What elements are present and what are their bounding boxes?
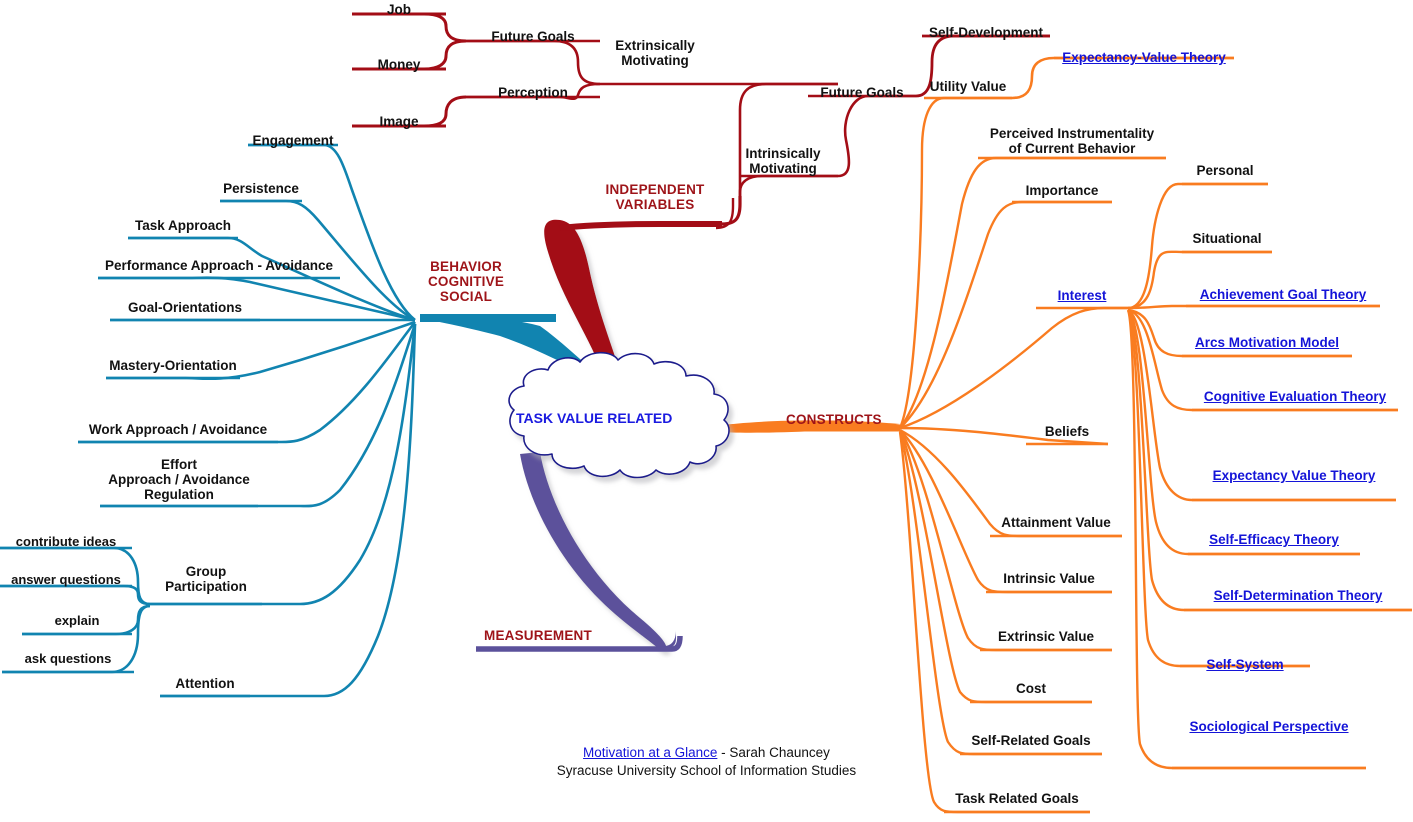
node-effort-approach-avoidance-regulation[interactable]: Effort Approach / Avoidance Regulation — [100, 457, 258, 502]
footer-affiliation: Syracuse University School of Informatio… — [556, 763, 857, 779]
link-self-determination-theory[interactable]: Self-Determination Theory — [1184, 588, 1412, 603]
node-situational[interactable]: Situational — [1182, 231, 1272, 246]
branch-behavior-cognitive-social[interactable]: BEHAVIOR COGNITIVE SOCIAL — [412, 259, 520, 304]
node-task-related-goals[interactable]: Task Related Goals — [944, 791, 1090, 806]
bcs-line3: SOCIAL — [439, 289, 493, 305]
node-persistence[interactable]: Persistence — [220, 181, 302, 196]
node-task-approach[interactable]: Task Approach — [128, 218, 238, 233]
link-expectancy-value-theory[interactable]: Expectancy Value Theory — [1192, 468, 1396, 483]
link-self-efficacy-theory[interactable]: Self-Efficacy Theory — [1188, 532, 1360, 547]
branch-wires — [0, 12, 1412, 814]
intrinsically-motivating-line2: Motivating — [749, 161, 817, 177]
node-performance-approach-avoidance[interactable]: Performance Approach - Avoidance — [98, 258, 340, 273]
branch-constructs[interactable]: CONSTRUCTS — [786, 412, 906, 427]
node-future-goals-intrinsic[interactable]: Future Goals — [808, 85, 916, 100]
link-sociological-perspective[interactable]: Sociological Perspective — [1172, 719, 1366, 734]
node-intrinsic-value[interactable]: Intrinsic Value — [986, 571, 1112, 586]
node-self-development[interactable]: Self-Development — [922, 25, 1050, 40]
node-extrinsic-value[interactable]: Extrinsic Value — [980, 629, 1112, 644]
footer-credit: Motivation at a Glance - Sarah Chauncey … — [0, 744, 1413, 780]
node-engagement[interactable]: Engagement — [248, 133, 338, 148]
node-image[interactable]: Image — [352, 114, 446, 129]
link-cognitive-evaluation-theory[interactable]: Cognitive Evaluation Theory — [1192, 389, 1398, 404]
link-self-system[interactable]: Self-System — [1180, 657, 1310, 672]
link-arcs-motivation-model[interactable]: Arcs Motivation Model — [1182, 335, 1352, 350]
node-perception[interactable]: Perception — [466, 85, 600, 100]
effort-line3: Regulation — [144, 487, 214, 503]
effort-line2: Approach / Avoidance — [108, 472, 250, 488]
node-group-participation[interactable]: Group Participation — [150, 564, 262, 594]
perceived-instrumentality-line1: Perceived Instrumentality — [989, 126, 1155, 141]
independent-variables-line1: INDEPENDENT — [605, 182, 705, 197]
center-node-task-value-related[interactable]: TASK VALUE RELATED — [516, 410, 672, 426]
node-work-approach-avoidance[interactable]: Work Approach / Avoidance — [78, 422, 278, 437]
node-importance[interactable]: Importance — [1012, 183, 1112, 198]
node-answer-questions[interactable]: answer questions — [0, 572, 132, 588]
node-personal[interactable]: Personal — [1182, 163, 1268, 178]
node-perceived-instrumentality[interactable]: Perceived Instrumentality of Current Beh… — [978, 126, 1166, 156]
node-intrinsically-motivating[interactable]: Intrinsically Motivating — [728, 146, 838, 176]
link-motivation-at-a-glance[interactable]: Motivation at a Glance — [583, 745, 717, 760]
node-extrinsically-motivating[interactable]: Extrinsically Motivating — [600, 38, 710, 68]
node-utility-value[interactable]: Utility Value — [924, 79, 1012, 94]
group-participation-line1: Group — [185, 564, 227, 579]
node-attainment-value[interactable]: Attainment Value — [990, 515, 1122, 530]
mindmap-canvas: Job Money Image Future Goals Perception … — [0, 0, 1413, 822]
node-job[interactable]: Job — [352, 2, 446, 17]
bcs-line2: COGNITIVE — [427, 274, 505, 290]
perceived-instrumentality-line2: of Current Behavior — [1008, 141, 1136, 157]
independent-variables-line2: VARIABLES — [615, 197, 695, 213]
node-explain[interactable]: explain — [22, 613, 132, 629]
group-participation-line2: Participation — [165, 579, 247, 595]
node-money[interactable]: Money — [352, 57, 446, 72]
link-achievement-goal-theory[interactable]: Achievement Goal Theory — [1186, 287, 1380, 302]
bcs-line1: BEHAVIOR — [430, 259, 502, 274]
node-future-goals-extrinsic[interactable]: Future Goals — [466, 29, 600, 44]
extrinsically-motivating-line1: Extrinsically — [615, 38, 695, 53]
branch-measurement[interactable]: MEASUREMENT — [484, 628, 684, 643]
link-expectancy-value-theory-top[interactable]: Expectancy-Value Theory — [1054, 50, 1234, 65]
node-ask-questions[interactable]: ask questions — [2, 651, 134, 667]
footer-line1: Motivation at a Glance - Sarah Chauncey — [0, 744, 1413, 762]
node-attention[interactable]: Attention — [160, 676, 250, 691]
footer-author: - Sarah Chauncey — [717, 745, 830, 760]
intrinsically-motivating-line1: Intrinsically — [745, 146, 821, 161]
node-beliefs[interactable]: Beliefs — [1026, 424, 1108, 439]
link-interest[interactable]: Interest — [1036, 288, 1128, 303]
extrinsically-motivating-line2: Motivating — [621, 53, 689, 69]
node-mastery-orientation[interactable]: Mastery-Orientation — [106, 358, 240, 373]
node-cost[interactable]: Cost — [970, 681, 1092, 696]
branch-independent-variables[interactable]: INDEPENDENT VARIABLES — [588, 182, 722, 212]
node-contribute-ideas[interactable]: contribute ideas — [0, 534, 132, 550]
node-goal-orientations[interactable]: Goal-Orientations — [110, 300, 260, 315]
effort-line1: Effort — [161, 457, 197, 472]
